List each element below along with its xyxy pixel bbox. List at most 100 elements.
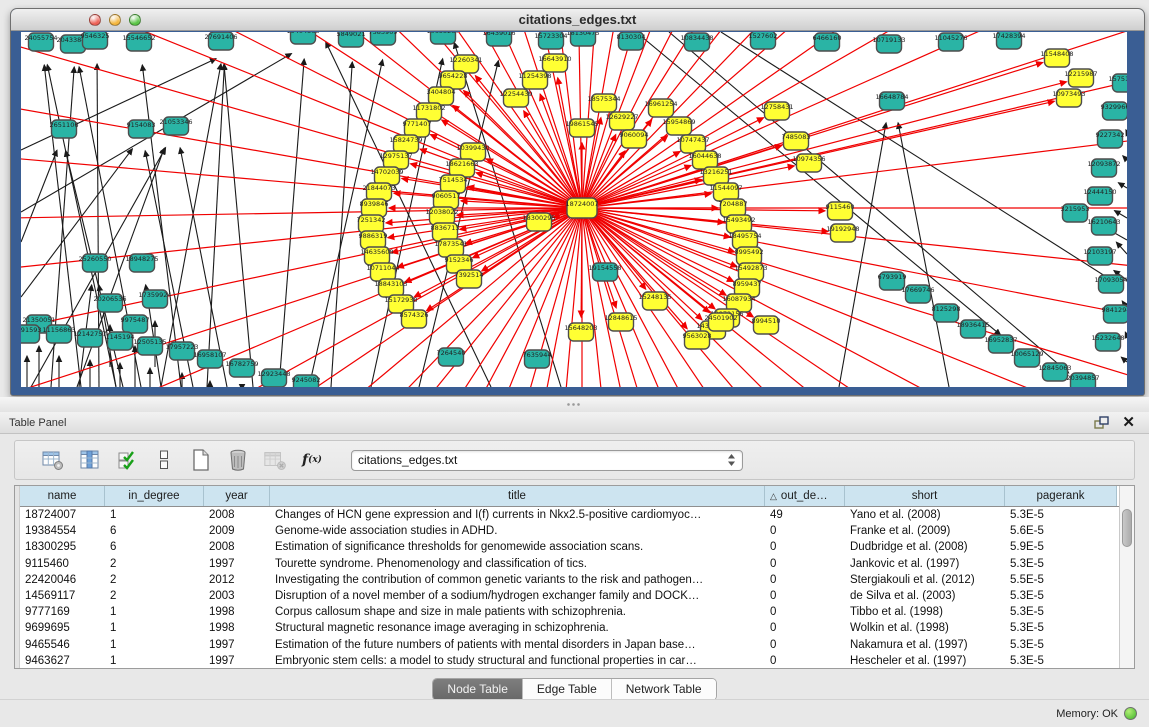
graph-node[interactable]: 8130304	[617, 32, 646, 50]
graph-node[interactable]: 3215953	[1061, 204, 1090, 222]
citation-network-graph[interactable]: 2405575420433843954632515546652276914061…	[21, 32, 1127, 387]
graph-node[interactable]: 10653287	[426, 32, 459, 44]
graph-node[interactable]: 9245082	[292, 375, 321, 387]
graph-node[interactable]: 7635944	[523, 350, 552, 368]
graph-node[interactable]: 15248135	[638, 292, 671, 310]
graph-node[interactable]: 7485083	[782, 132, 811, 150]
graph-node[interactable]: 12142757	[73, 329, 106, 347]
column-header-title[interactable]: title	[270, 486, 765, 506]
delete-table-button[interactable]	[226, 448, 250, 472]
graph-node[interactable]: 9546325	[81, 32, 110, 49]
function-builder-button[interactable]: f(x)	[300, 448, 324, 472]
graph-node[interactable]: 16648784	[875, 92, 908, 110]
table-row[interactable]: 977716911998Corpus callosum shape and si…	[20, 604, 1119, 620]
graph-node[interactable]: 8574326	[400, 310, 429, 328]
column-visibility-button[interactable]	[78, 448, 102, 472]
graph-node[interactable]: 8995492	[735, 247, 764, 265]
graph-node[interactable]: 15751074	[1108, 74, 1127, 92]
graph-node[interactable]: 12758431	[760, 102, 793, 120]
delete-column-button[interactable]	[263, 448, 287, 472]
column-header-year[interactable]: year	[204, 486, 270, 506]
graph-node[interactable]: 6466160	[813, 33, 842, 51]
graph-node[interactable]: 15954869	[662, 117, 695, 135]
table-row[interactable]: 1938455462009Genome-wide association stu…	[20, 523, 1119, 539]
graph-node[interactable]: 18130475	[566, 32, 599, 46]
graph-node[interactable]: 1145194	[106, 332, 135, 350]
graph-node[interactable]: 1527602	[749, 32, 778, 49]
table-row[interactable]: 1830029562008Estimation of significance …	[20, 539, 1119, 555]
table-row[interactable]: 946554611997Estimation of the future num…	[20, 637, 1119, 653]
graph-node[interactable]: 5849021	[337, 32, 366, 47]
graph-node[interactable]: 21053346	[159, 117, 192, 135]
graph-node[interactable]: 9060094	[620, 130, 649, 148]
vertical-scrollbar[interactable]	[1119, 486, 1134, 668]
table-row[interactable]: 946362711997Embryonic stem cells: a mode…	[20, 653, 1119, 669]
graph-node[interactable]: 9115460	[826, 202, 855, 220]
window-titlebar[interactable]: citations_edges.txt	[11, 9, 1144, 31]
graph-node[interactable]: 16782759	[225, 359, 258, 377]
graph-node[interactable]: 15546652	[122, 33, 155, 51]
graph-node[interactable]: 12254439	[499, 89, 532, 107]
graph-node[interactable]: 7583909	[369, 32, 398, 45]
graph-node[interactable]: 9563028	[683, 331, 712, 349]
row-selection-mode-button[interactable]	[115, 448, 139, 472]
tab-edge-table[interactable]: Edge Table	[523, 679, 612, 700]
column-header-short[interactable]: short	[845, 486, 1005, 506]
graph-node[interactable]: 19404568	[286, 32, 319, 44]
table-select-dropdown[interactable]: citations_edges.txt	[351, 450, 743, 471]
table-row[interactable]: 2242004622012Investigating the contribut…	[20, 572, 1119, 588]
graph-node[interactable]: 10973493	[1052, 89, 1085, 107]
graph-node[interactable]: 25260550	[78, 254, 111, 272]
graph-node[interactable]: 11254398	[518, 71, 551, 89]
tab-network-table[interactable]: Network Table	[612, 679, 716, 700]
graph-node[interactable]: 19861545	[565, 119, 598, 137]
graph-node[interactable]: 9329966	[1101, 102, 1127, 120]
graph-node[interactable]: 2651106	[50, 120, 79, 138]
graph-node[interactable]: 9841294	[1102, 305, 1127, 323]
merge-tables-button[interactable]	[152, 448, 176, 472]
network-canvas[interactable]: 2405575420433843954632515546652276914061…	[21, 32, 1127, 387]
close-window-button[interactable]	[89, 14, 101, 26]
graph-node[interactable]: 11548408	[1040, 49, 1073, 67]
graph-node[interactable]: 20206536	[93, 294, 126, 312]
scrollbar-thumb[interactable]	[1122, 509, 1132, 547]
close-panel-icon[interactable]: ✕	[1122, 414, 1135, 432]
graph-node[interactable]: 16961254	[644, 99, 677, 117]
column-header-name[interactable]: name	[20, 486, 105, 506]
graph-node[interactable]: 12215987	[1064, 69, 1097, 87]
graph-node[interactable]: 18948275	[125, 254, 158, 272]
graph-node[interactable]: 8125298	[932, 304, 961, 322]
create-table-button[interactable]	[189, 448, 213, 472]
graph-node[interactable]: 15492873	[734, 263, 767, 281]
graph-node[interactable]: 16210643	[1087, 217, 1120, 235]
hub-node[interactable]: 18724007	[565, 198, 598, 218]
column-header-pagerank[interactable]: pagerank	[1005, 486, 1117, 506]
table-row[interactable]: 911546021997Tourette syndrome. Phenomeno…	[20, 556, 1119, 572]
column-header-in_degree[interactable]: in_degree	[105, 486, 204, 506]
graph-node[interactable]: 7264540	[437, 348, 466, 366]
table-row[interactable]: 1872400712008Changes of HCN gene express…	[20, 507, 1119, 523]
panel-divider[interactable]	[0, 397, 1149, 412]
minimize-window-button[interactable]	[109, 14, 121, 26]
graph-node[interactable]: 12444150	[1083, 187, 1116, 205]
graph-node[interactable]: 12923448	[257, 369, 290, 387]
graph-node[interactable]: 1391593	[21, 325, 41, 343]
graph-node[interactable]: 17669746	[901, 285, 934, 303]
graph-node[interactable]: 16643910	[538, 54, 571, 72]
graph-node[interactable]: 12848615	[604, 313, 637, 331]
table-row[interactable]: 1456911722003Disruption of a novel membe…	[20, 588, 1119, 604]
graph-node[interactable]: 17428394	[992, 32, 1025, 49]
graph-node[interactable]: 15648203	[564, 323, 597, 341]
graph-node[interactable]: 20394857	[1066, 373, 1099, 387]
table-settings-button[interactable]	[41, 448, 65, 472]
graph-node[interactable]: 14635608	[360, 247, 393, 265]
graph-node[interactable]: 15723304	[534, 32, 567, 49]
graph-node[interactable]: 15232648	[1091, 333, 1124, 351]
graph-node[interactable]: 11156863	[42, 325, 75, 343]
graph-node[interactable]: 9154083	[127, 120, 156, 138]
graph-node[interactable]: 12103197	[1083, 247, 1116, 265]
graph-node[interactable]: 17093054	[1094, 275, 1127, 293]
graph-node[interactable]: 10834438	[680, 33, 713, 51]
float-window-icon[interactable]	[1094, 416, 1109, 430]
graph-node[interactable]: 17359924	[138, 290, 171, 308]
